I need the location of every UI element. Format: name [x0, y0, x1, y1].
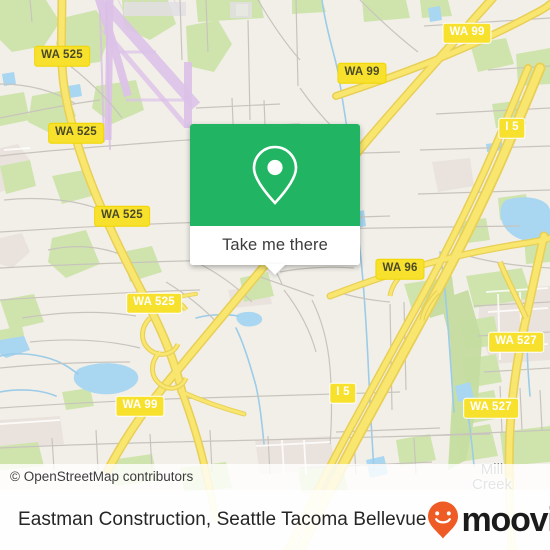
- map-pin-icon: [252, 145, 298, 205]
- shield-i5-1[interactable]: I 5: [498, 117, 526, 139]
- map-screenshot: WA 525 WA 525 WA 525 WA 525 WA 99 WA 99 …: [0, 0, 550, 550]
- osm-attribution[interactable]: © OpenStreetMap contributors: [10, 469, 193, 484]
- moovit-logo[interactable]: moovit: [427, 501, 550, 539]
- shield-wa96[interactable]: WA 96: [375, 258, 425, 280]
- callout-tail: [264, 264, 286, 275]
- shield-wa525-1[interactable]: WA 525: [34, 45, 90, 67]
- location-callout-card[interactable]: Take me there: [190, 124, 360, 275]
- shield-i5-2[interactable]: I 5: [329, 382, 357, 404]
- place-title: Eastman Construction, Seattle Tacoma Bel…: [18, 509, 427, 530]
- shield-wa99-1[interactable]: WA 99: [115, 395, 165, 417]
- footer-bar: Eastman Construction, Seattle Tacoma Bel…: [0, 490, 550, 550]
- callout-pin-area: [190, 124, 360, 226]
- shield-wa527-2[interactable]: WA 527: [463, 397, 519, 419]
- shield-wa99-3[interactable]: WA 99: [442, 22, 492, 44]
- moovit-smiley-pin-icon: [427, 501, 458, 539]
- shield-wa525-2[interactable]: WA 525: [48, 122, 104, 144]
- shield-wa525-4[interactable]: WA 525: [126, 292, 182, 314]
- take-me-there-button[interactable]: Take me there: [190, 226, 360, 265]
- shield-wa525-3[interactable]: WA 525: [94, 205, 150, 227]
- shield-wa99-2[interactable]: WA 99: [337, 62, 387, 84]
- shield-wa527-1[interactable]: WA 527: [488, 331, 544, 353]
- moovit-wordmark: moovit: [461, 501, 550, 539]
